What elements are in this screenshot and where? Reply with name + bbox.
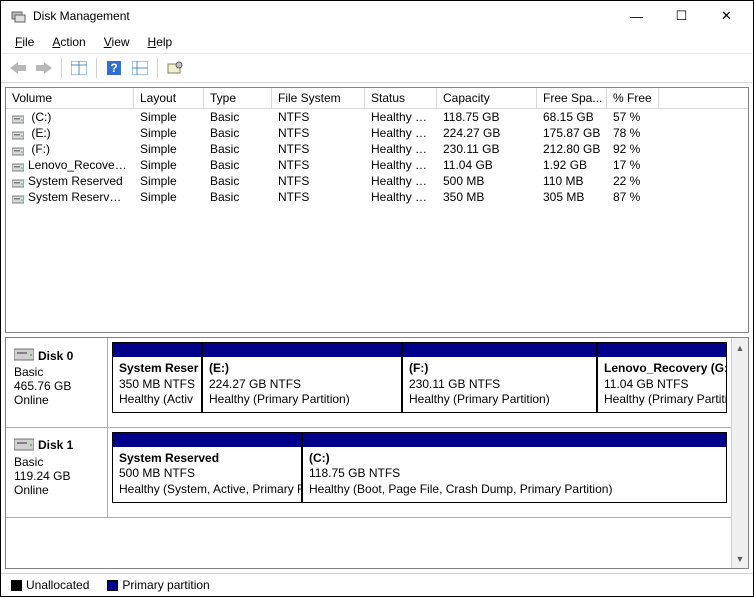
menu-view[interactable]: View bbox=[96, 33, 138, 51]
disk-info[interactable]: Disk 1Basic119.24 GBOnline bbox=[6, 428, 108, 517]
scroll-down-icon[interactable]: ▼ bbox=[733, 551, 748, 566]
volume-row[interactable]: Lenovo_Recovery ...SimpleBasicNTFSHealth… bbox=[6, 157, 748, 173]
drive-icon bbox=[12, 193, 24, 203]
volume-row[interactable]: (F:)SimpleBasicNTFSHealthy (P...230.11 G… bbox=[6, 141, 748, 157]
disk-layout-area: Disk 0Basic465.76 GBOnlineSystem Reser35… bbox=[5, 337, 749, 569]
menubar: File Action View Help bbox=[1, 31, 753, 54]
disk-info[interactable]: Disk 0Basic465.76 GBOnline bbox=[6, 338, 108, 427]
partition[interactable]: Lenovo_Recovery (G:)11.04 GB NTFSHealthy… bbox=[597, 342, 727, 413]
disk-row: Disk 1Basic119.24 GBOnlineSystem Reserve… bbox=[6, 428, 731, 518]
partition[interactable]: System Reserved500 MB NTFSHealthy (Syste… bbox=[112, 432, 302, 503]
partition[interactable]: System Reser350 MB NTFSHealthy (Activ bbox=[112, 342, 202, 413]
menu-action[interactable]: Action bbox=[44, 33, 93, 51]
drive-icon bbox=[12, 113, 24, 123]
disk-row: Disk 0Basic465.76 GBOnlineSystem Reser35… bbox=[6, 338, 731, 428]
forward-button[interactable] bbox=[32, 57, 56, 79]
volume-row[interactable]: (C:)SimpleBasicNTFSHealthy (B...118.75 G… bbox=[6, 109, 748, 125]
scrollbar[interactable]: ▲ ▼ bbox=[731, 338, 748, 568]
col-status[interactable]: Status bbox=[365, 88, 437, 108]
back-button[interactable] bbox=[6, 57, 30, 79]
close-button[interactable]: ✕ bbox=[704, 2, 749, 31]
partition[interactable]: (E:)224.27 GB NTFSHealthy (Primary Parti… bbox=[202, 342, 402, 413]
col-pctfree[interactable]: % Free bbox=[607, 88, 659, 108]
col-layout[interactable]: Layout bbox=[134, 88, 204, 108]
partition[interactable]: (C:)118.75 GB NTFSHealthy (Boot, Page Fi… bbox=[302, 432, 727, 503]
volume-list: Volume Layout Type File System Status Ca… bbox=[5, 87, 749, 333]
maximize-button[interactable]: ☐ bbox=[659, 2, 704, 31]
legend-primary-swatch bbox=[107, 580, 118, 591]
col-volume[interactable]: Volume bbox=[6, 88, 134, 108]
window-controls: — ☐ ✕ bbox=[614, 2, 749, 31]
volume-row[interactable]: (E:)SimpleBasicNTFSHealthy (P...224.27 G… bbox=[6, 125, 748, 141]
app-icon bbox=[11, 8, 27, 24]
col-type[interactable]: Type bbox=[204, 88, 272, 108]
toolbar-layout-icon[interactable] bbox=[128, 57, 152, 79]
drive-icon bbox=[12, 145, 24, 155]
svg-text:?: ? bbox=[110, 61, 117, 75]
legend-primary: Primary partition bbox=[122, 578, 209, 592]
disk-icon bbox=[14, 346, 34, 365]
toolbar-table-icon[interactable] bbox=[67, 57, 91, 79]
volume-row[interactable]: System Reserved (...SimpleBasicNTFSHealt… bbox=[6, 189, 748, 205]
drive-icon bbox=[12, 161, 24, 171]
menu-help[interactable]: Help bbox=[140, 33, 181, 51]
help-icon[interactable]: ? bbox=[102, 57, 126, 79]
col-freespace[interactable]: Free Spa... bbox=[537, 88, 607, 108]
disk-icon bbox=[14, 436, 34, 455]
legend: Unallocated Primary partition bbox=[1, 573, 753, 596]
legend-unallocated-swatch bbox=[11, 580, 22, 591]
drive-icon bbox=[12, 129, 24, 139]
toolbar: ? bbox=[1, 54, 753, 83]
legend-unallocated: Unallocated bbox=[26, 578, 89, 592]
volume-row[interactable]: System ReservedSimpleBasicNTFSHealthy (S… bbox=[6, 173, 748, 189]
minimize-button[interactable]: — bbox=[614, 2, 659, 31]
menu-file[interactable]: File bbox=[7, 33, 42, 51]
partition[interactable]: (F:)230.11 GB NTFSHealthy (Primary Parti… bbox=[402, 342, 597, 413]
titlebar: Disk Management — ☐ ✕ bbox=[1, 1, 753, 31]
scroll-up-icon[interactable]: ▲ bbox=[733, 340, 748, 355]
settings-icon[interactable] bbox=[163, 57, 187, 79]
drive-icon bbox=[12, 177, 24, 187]
column-headers: Volume Layout Type File System Status Ca… bbox=[6, 88, 748, 109]
col-capacity[interactable]: Capacity bbox=[437, 88, 537, 108]
col-filesystem[interactable]: File System bbox=[272, 88, 365, 108]
window-title: Disk Management bbox=[33, 9, 614, 23]
